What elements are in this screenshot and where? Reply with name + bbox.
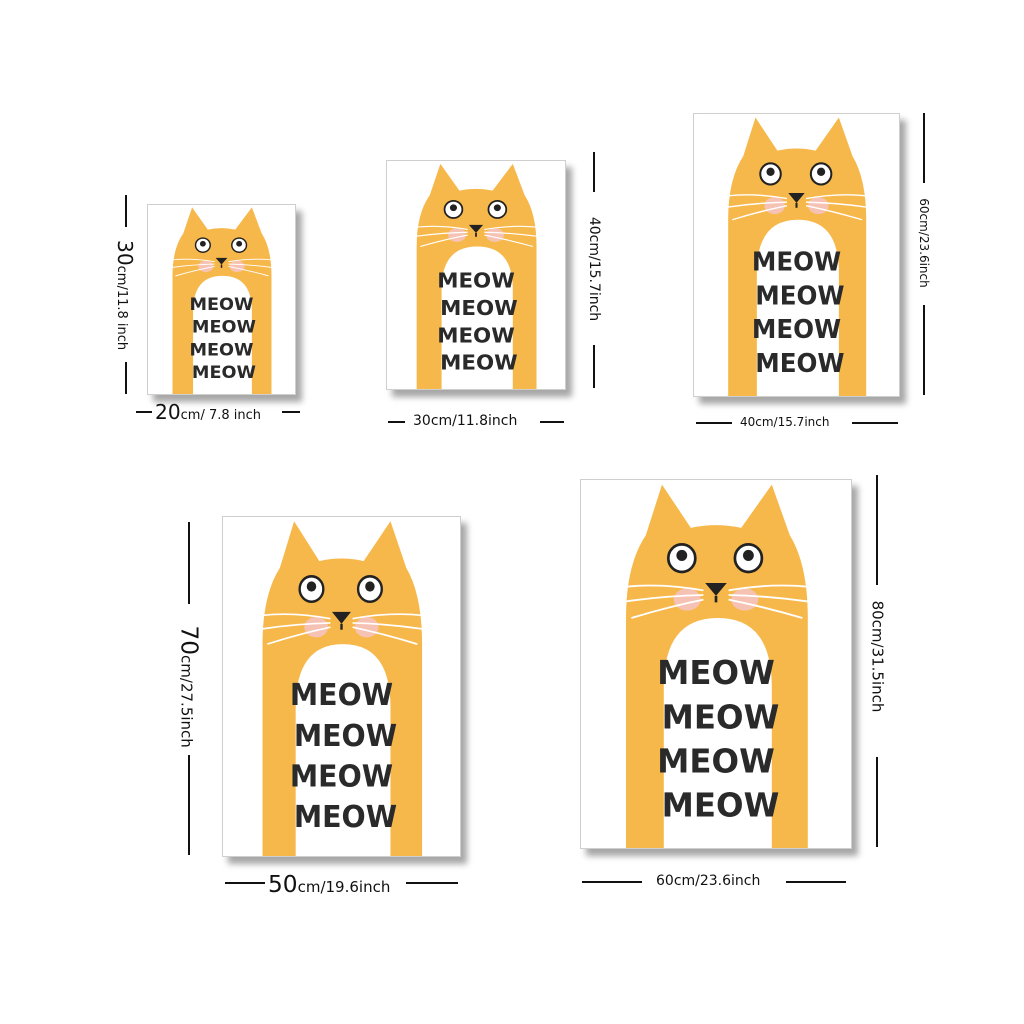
meow-line-4: MEOW [440, 351, 518, 375]
width-label-50x70: 50cm/19.6inch [268, 873, 390, 896]
meow-line-3: MEOW [189, 341, 253, 361]
width-label-30x40: 30cm/11.8inch [413, 413, 518, 429]
height-line-bottom [876, 757, 878, 847]
left-pupil [766, 167, 775, 177]
meow-line-1: MEOW [189, 295, 253, 315]
width-label-20x30: 20cm/ 7.8 inch [155, 402, 261, 422]
right-cheek [229, 260, 245, 273]
left-cheek [448, 228, 466, 242]
height-line-bottom [188, 755, 190, 855]
left-pupil [676, 549, 688, 561]
width-line-right [406, 882, 458, 884]
height-label-30x40: 40cm/15.7inch [586, 216, 602, 322]
width-label-60x80: 60cm/23.6inch [656, 873, 761, 889]
width-line-left [582, 881, 642, 883]
left-pupil [449, 204, 458, 212]
meow-line-3: MEOW [752, 315, 841, 344]
height-label-60x80: 80cm/31.5inch [868, 600, 887, 713]
height-label-20x30: 30cm/11.8 inch [113, 230, 138, 360]
width-number: 50 [268, 871, 298, 898]
height-unit: cm/11.8 inch [114, 265, 130, 351]
height-line-top [876, 475, 878, 585]
left-cheek [673, 588, 701, 611]
width-line-left [696, 422, 732, 424]
height-line-bottom [593, 345, 595, 388]
meow-line-1: MEOW [657, 654, 775, 692]
height-label-40x60: 60cm/23.6inch [917, 198, 931, 288]
height-number: 30 [113, 240, 138, 266]
height-line-top [125, 195, 127, 227]
poster-30x40: MEOW MEOW MEOW MEOW [386, 160, 566, 390]
meow-line-1: MEOW [437, 269, 515, 293]
meow-line-2: MEOW [192, 318, 256, 338]
left-cheek [764, 197, 785, 215]
meow-line-4: MEOW [192, 363, 256, 383]
right-pupil [236, 240, 243, 247]
right-pupil [817, 167, 826, 177]
poster-40x60: MEOW MEOW MEOW MEOW [693, 113, 900, 397]
poster-60x80: MEOW MEOW MEOW MEOW [580, 479, 852, 849]
right-cheek [354, 617, 379, 638]
meow-line-4: MEOW [755, 349, 844, 378]
meow-line-2: MEOW [755, 281, 844, 310]
cat-illustration: MEOW MEOW MEOW MEOW [625, 484, 808, 848]
meow-line-1: MEOW [290, 677, 393, 712]
right-cheek [808, 197, 829, 215]
meow-line-2: MEOW [294, 718, 397, 753]
width-line-right [282, 411, 300, 413]
meow-line-3: MEOW [657, 742, 775, 780]
width-line-right [540, 421, 564, 423]
width-line-left [136, 411, 152, 413]
height-line-top [923, 113, 925, 183]
width-unit: cm/ 7.8 inch [180, 408, 262, 423]
height-line-bottom [923, 305, 925, 395]
height-unit: cm/27.5inch [177, 655, 196, 748]
width-line-right [852, 422, 898, 424]
width-label-40x60: 40cm/15.7inch [740, 415, 830, 429]
width-number: 20 [155, 400, 181, 424]
meow-line-4: MEOW [294, 799, 397, 834]
height-line-bottom [125, 362, 127, 394]
left-cheek [198, 260, 214, 273]
meow-line-3: MEOW [437, 324, 515, 348]
cat-illustration: MEOW MEOW MEOW MEOW [262, 521, 423, 856]
left-pupil [306, 581, 317, 592]
right-pupil [743, 549, 754, 561]
width-line-left [388, 421, 405, 423]
cat-illustration: MEOW MEOW MEOW MEOW [728, 117, 867, 396]
height-label-50x70: 70cm/27.5inch [175, 617, 203, 757]
height-number: 70 [175, 625, 203, 656]
poster-20x30: MEOW MEOW MEOW MEOW [147, 204, 296, 395]
height-line-top [593, 152, 595, 192]
width-unit: cm/19.6inch [297, 878, 391, 896]
width-line-right [786, 881, 846, 883]
right-cheek [486, 228, 504, 242]
left-pupil [199, 240, 206, 247]
meow-line-2: MEOW [440, 296, 518, 320]
cat-illustration: MEOW MEOW MEOW MEOW [172, 207, 272, 394]
poster-50x70: MEOW MEOW MEOW MEOW [222, 516, 461, 857]
cat-illustration: MEOW MEOW MEOW MEOW [416, 163, 537, 389]
meow-line-1: MEOW [752, 247, 841, 276]
meow-line-4: MEOW [662, 786, 780, 824]
right-cheek [731, 588, 759, 611]
height-line-top [188, 522, 190, 604]
meow-line-2: MEOW [662, 698, 780, 736]
right-pupil [493, 204, 501, 212]
width-line-left [225, 882, 265, 884]
right-pupil [365, 581, 375, 592]
meow-line-3: MEOW [290, 759, 393, 794]
left-cheek [304, 617, 329, 638]
